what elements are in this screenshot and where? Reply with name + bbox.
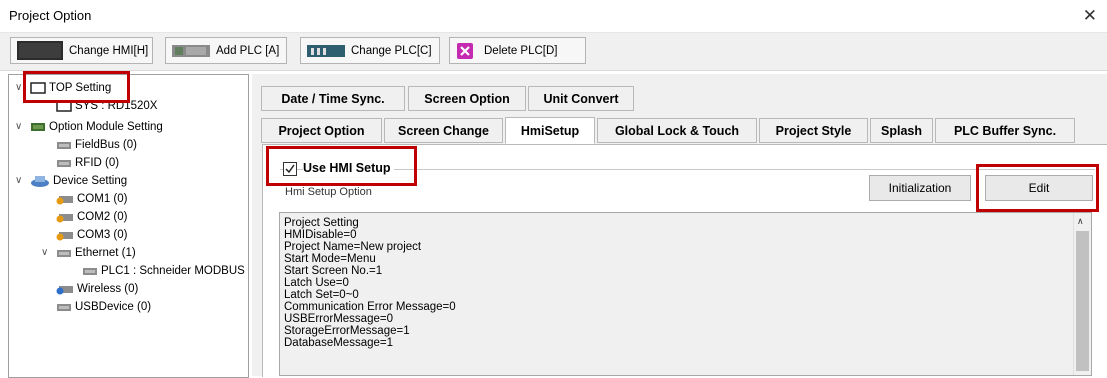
tree-item-com3[interactable]: COM3 (0) (56, 227, 127, 243)
tree-item-sys[interactable]: SYS : RD1520X (56, 98, 157, 114)
settings-line: Start Screen No.=1 (284, 265, 383, 277)
tree-item-com1[interactable]: COM1 (0) (56, 191, 127, 207)
change-hmi-button[interactable]: Change HMI[H] (10, 37, 153, 64)
expand-arrow-icon[interactable]: ∨ (15, 176, 25, 186)
tree-item-option-module[interactable]: Option Module Setting (30, 119, 163, 135)
tab-plc-buffer-sync[interactable]: PLC Buffer Sync. (935, 118, 1075, 143)
device-icon (57, 160, 71, 167)
tree-item-plc1[interactable]: PLC1 : Schneider MODBUS (82, 263, 245, 279)
settings-line: USBErrorMessage=0 (284, 313, 393, 325)
delete-plc-button[interactable]: Delete PLC[D] (449, 37, 586, 64)
title-bar: Project Option ✕ (0, 0, 1107, 32)
device-icon (83, 268, 97, 275)
settings-line: Start Mode=Menu (284, 253, 376, 265)
tree-item-wireless[interactable]: Wireless (0) (56, 281, 138, 297)
tree-item-label: Wireless (0) (77, 283, 139, 295)
settings-line: Project Name=New project (284, 241, 422, 253)
settings-line: DatabaseMessage=1 (284, 337, 394, 349)
tree-item-com2[interactable]: COM2 (0) (56, 209, 127, 225)
device-icon (57, 142, 71, 149)
tree-item-label: Device Setting (53, 175, 128, 187)
tab-hmisetup[interactable]: HmiSetup (505, 117, 595, 144)
device-setting-icon (31, 176, 49, 187)
group-divider (280, 169, 1095, 170)
tree-item-ethernet[interactable]: Ethernet (1) (56, 245, 136, 261)
tab-project-style[interactable]: Project Style (759, 118, 868, 143)
use-hmi-setup-label: Use HMI Setup (303, 161, 394, 175)
tree-item-label: USBDevice (0) (75, 301, 152, 313)
settings-line: Project Setting (284, 217, 359, 229)
device-icon (57, 250, 71, 257)
tree-item-usbdevice[interactable]: USBDevice (0) (56, 299, 151, 315)
change-hmi-label: Change HMI[H] (69, 44, 149, 57)
tab-global-lock-touch[interactable]: Global Lock & Touch (597, 118, 757, 143)
com-port-icon (56, 196, 73, 205)
project-tree: ∨ TOP Setting SYS : RD1520X ∨ Option Mod… (8, 74, 249, 378)
com-port-icon (56, 214, 73, 223)
com-port-icon (56, 232, 73, 241)
check-icon (285, 164, 295, 174)
hmi-screen-icon (17, 41, 63, 60)
window-title: Project Option (9, 8, 92, 23)
delete-plc-label: Delete PLC[D] (484, 44, 558, 57)
tab-project-option[interactable]: Project Option (261, 118, 382, 143)
tree-item-top-setting[interactable]: TOP Setting (30, 80, 111, 96)
tree-item-rfid[interactable]: RFID (0) (56, 155, 119, 171)
tree-item-label: SYS : RD1520X (75, 100, 158, 112)
scroll-up-icon[interactable]: ∧ (1077, 216, 1084, 227)
plc-add-icon (172, 44, 210, 57)
hmi-settings-textbox[interactable]: Project Setting HMIDisable=0 Project Name=… (279, 212, 1092, 376)
tree-item-label: COM1 (0) (77, 193, 128, 205)
tree-item-label: TOP Setting (49, 82, 112, 94)
settings-line: StorageErrorMessage=1 (284, 325, 410, 337)
tree-item-label: RFID (0) (75, 157, 120, 169)
settings-line: Latch Set=0~0 (284, 289, 359, 301)
expand-arrow-icon[interactable]: ∨ (15, 122, 25, 132)
tree-item-label: Option Module Setting (49, 121, 163, 133)
delete-icon (457, 42, 473, 59)
tree-item-label: PLC1 : Schneider MODBUS (101, 265, 245, 277)
add-plc-label: Add PLC [A] (216, 44, 280, 57)
edit-button[interactable]: Edit (985, 175, 1093, 201)
tree-item-label: Ethernet (1) (75, 247, 136, 259)
settings-line: Latch Use=0 (284, 277, 349, 289)
toolbar: Change HMI[H] Add PLC [A] Change PLC[C] … (0, 32, 1107, 71)
device-icon (57, 304, 71, 311)
expand-arrow-icon[interactable]: ∨ (41, 248, 51, 258)
tree-item-device-setting[interactable]: Device Setting (30, 173, 127, 189)
wireless-icon (56, 286, 73, 295)
scrollbar-thumb[interactable] (1076, 231, 1089, 371)
tab-unit-convert[interactable]: Unit Convert (528, 86, 634, 111)
use-hmi-setup-checkbox[interactable] (283, 162, 297, 176)
tree-item-label: COM2 (0) (77, 211, 128, 223)
monitor-icon (30, 82, 46, 94)
module-icon (31, 123, 45, 131)
vertical-scrollbar[interactable]: ∧ (1073, 213, 1091, 375)
settings-line: Communication Error Message=0 (284, 301, 456, 313)
settings-line: HMIDisable=0 (284, 229, 357, 241)
change-plc-label: Change PLC[C] (351, 44, 432, 57)
hmi-setup-option-label: Hmi Setup Option (285, 186, 372, 198)
monitor-icon (56, 100, 72, 112)
settings-lines: Project Setting HMIDisable=0 Project Name=… (280, 217, 1091, 349)
change-plc-button[interactable]: Change PLC[C] (300, 37, 440, 64)
close-icon[interactable]: ✕ (1083, 6, 1097, 26)
initialization-button[interactable]: Initialization (869, 175, 971, 201)
tree-item-fieldbus[interactable]: FieldBus (0) (56, 137, 137, 153)
add-plc-button[interactable]: Add PLC [A] (165, 37, 287, 64)
tab-screen-option[interactable]: Screen Option (408, 86, 526, 111)
tree-item-label: FieldBus (0) (75, 139, 137, 151)
tree-item-label: COM3 (0) (77, 229, 128, 241)
expand-arrow-icon[interactable]: ∨ (15, 83, 25, 93)
tab-date-time-sync[interactable]: Date / Time Sync. (261, 86, 405, 111)
plc-change-icon (307, 44, 345, 57)
tab-splash[interactable]: Splash (870, 118, 933, 143)
tab-screen-change[interactable]: Screen Change (384, 118, 503, 143)
